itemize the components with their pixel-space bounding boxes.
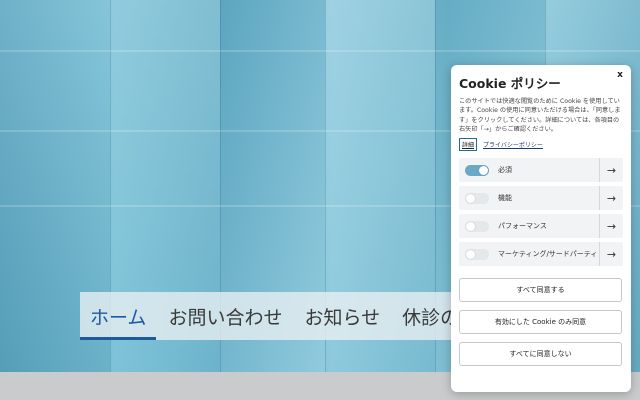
modal-title: Cookie ポリシー [459, 76, 561, 91]
nav-item-home[interactable]: ホーム [80, 292, 157, 340]
toggle-switch-marketing[interactable] [465, 248, 489, 260]
cookie-description: このサイトでは快適な閲覧のために Cookie を使用しています。Cookie … [459, 98, 621, 133]
close-button[interactable]: x [614, 69, 626, 81]
accept-selected-button[interactable]: 有効にした Cookie のみ同意 [459, 310, 622, 335]
hero-band [0, 50, 640, 52]
cookie-links: 詳細 プライバシーポリシー [459, 138, 623, 152]
nav-item-contact[interactable]: お問い合わせ [168, 292, 282, 340]
nav-item-news[interactable]: お知らせ [304, 292, 380, 340]
category-label: 機能 [498, 194, 512, 203]
arrow-right-icon[interactable]: → [599, 158, 623, 183]
category-row-performance: パフォーマンス → [459, 214, 623, 239]
category-label: パフォーマンス [498, 222, 547, 231]
arrow-right-icon[interactable]: → [599, 214, 623, 239]
category-label: 必須 [498, 166, 512, 175]
privacy-policy-link[interactable]: プライバシーポリシー [483, 140, 543, 149]
main-nav: ホーム お問い合わせ お知らせ 休診の [80, 292, 460, 340]
cookie-category-list: 必須 → 機能 → パフォーマンス → マーケティング/サードパーティ → [459, 158, 623, 267]
category-label: マーケティング/サードパーティ [498, 250, 598, 259]
details-link[interactable]: 詳細 [459, 138, 478, 152]
accept-all-button[interactable]: すべて同意する [459, 278, 622, 303]
arrow-right-icon[interactable]: → [599, 186, 623, 211]
cookie-policy-modal: Cookie ポリシー x このサイトでは快適な閲覧のために Cookie を使… [451, 65, 631, 392]
category-row-marketing: マーケティング/サードパーティ → [459, 242, 623, 267]
category-row-functional: 機能 → [459, 186, 623, 211]
toggle-switch-required[interactable] [465, 164, 489, 176]
toggle-switch-functional[interactable] [465, 192, 489, 204]
reject-all-button[interactable]: すべてに同意しない [459, 342, 622, 367]
category-row-required: 必須 → [459, 158, 623, 183]
arrow-right-icon[interactable]: → [599, 242, 623, 267]
toggle-switch-performance[interactable] [465, 220, 489, 232]
